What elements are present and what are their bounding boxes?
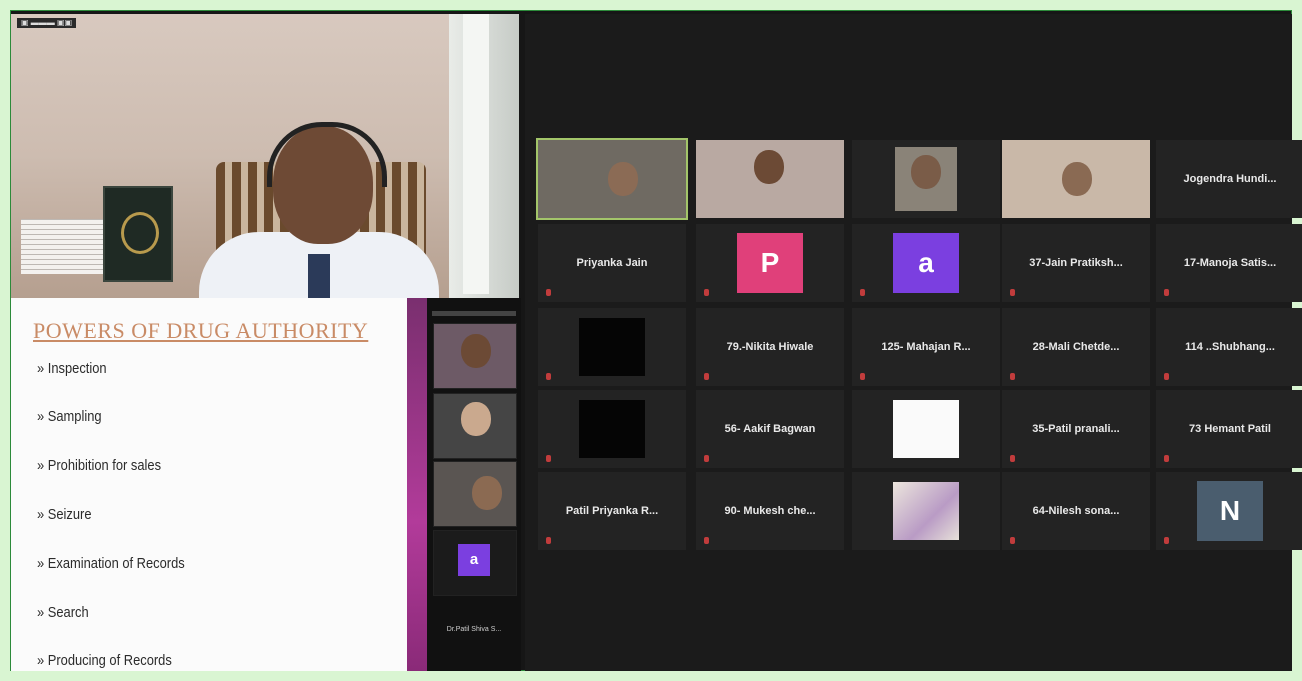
slide-bullet: » Examination of Records [37, 555, 185, 572]
avatar: a [893, 233, 959, 293]
window-controls[interactable]: ▣ ▬▬▬ ▣▣ [17, 18, 77, 28]
participant-face [472, 476, 502, 510]
participant-strip[interactable]: a Dr.Patil Shiva S... [427, 298, 521, 671]
gallery-tile[interactable]: 73 Hemant Patil [1156, 390, 1302, 468]
participant-name: 114 ..Shubhang... [1185, 341, 1275, 353]
strip-participant-name: Dr.Patil Shiva S... [446, 626, 502, 633]
muted-mic-icon [546, 373, 551, 380]
avatar-letter: a [458, 544, 490, 576]
slide-bullet: » Seizure [37, 506, 92, 523]
gallery-tile[interactable]: 125- Mahajan R... [852, 308, 1000, 386]
gallery-tile-video[interactable] [536, 138, 688, 220]
headset-icon [267, 122, 387, 187]
slide-bullet: » Search [37, 604, 89, 621]
video-off-thumb [579, 318, 645, 376]
strip-video-thumb[interactable] [433, 393, 517, 459]
participant-name: 73 Hemant Patil [1189, 423, 1271, 435]
participant-name: 17-Manoja Satis... [1183, 257, 1277, 269]
muted-mic-icon [1010, 289, 1015, 296]
avatar: N [1197, 481, 1263, 541]
gallery-tile[interactable]: Jogendra Hundi... [1156, 140, 1302, 218]
muted-mic-icon [1010, 373, 1015, 380]
gallery-tile[interactable]: 28-Mali Chetde... [1002, 308, 1150, 386]
muted-mic-icon [1164, 373, 1169, 380]
muted-mic-icon [546, 537, 551, 544]
strip-video-thumb[interactable] [433, 461, 517, 527]
muted-mic-icon [546, 455, 551, 462]
paper-stack [21, 219, 106, 274]
muted-mic-icon [1164, 537, 1169, 544]
speaker-video[interactable]: ▣ ▬▬▬ ▣▣ [11, 14, 519, 298]
participant-name: Priyanka Jain [576, 257, 648, 269]
participant-name: 28-Mali Chetde... [1032, 341, 1120, 353]
muted-mic-icon [704, 373, 709, 380]
participant-face [461, 402, 491, 436]
participant-name: 64-Nilesh sona... [1032, 505, 1120, 517]
gallery-tile[interactable]: P [696, 224, 844, 302]
video-off-thumb [579, 400, 645, 458]
slide-bullet: » Sampling [37, 408, 102, 425]
muted-mic-icon [1164, 289, 1169, 296]
participant-name: 125- Mahajan R... [881, 341, 971, 353]
muted-mic-icon [704, 289, 709, 296]
gallery-tile[interactable]: a [852, 224, 1000, 302]
participant-name: Jogendra Hundi... [1183, 173, 1277, 185]
slide-bullet: » Producing of Records [37, 652, 172, 669]
gallery-tile[interactable]: 64-Nilesh sona... [1002, 472, 1150, 550]
gallery-tile-video[interactable] [696, 140, 844, 218]
video-thumb [893, 400, 959, 458]
gallery-tile-video[interactable] [1002, 140, 1150, 218]
video-thumb [895, 147, 957, 211]
gallery-tile[interactable] [852, 472, 1000, 550]
muted-mic-icon [860, 373, 865, 380]
participant-name: 35-Patil pranali... [1032, 423, 1120, 435]
gallery-tile[interactable]: 37-Jain Pratiksh... [1002, 224, 1150, 302]
participant-face [461, 334, 491, 368]
strip-video-thumb[interactable] [433, 323, 517, 389]
gallery-tile[interactable]: Patil Priyanka R... [538, 472, 686, 550]
participant-name: 56- Aakif Bagwan [724, 423, 816, 435]
strip-avatar-thumb[interactable]: a [433, 530, 517, 596]
gallery-view: Jogendra Hundi... Priyanka Jain P a 37-J… [525, 14, 1302, 671]
book-on-desk [103, 186, 173, 282]
participant-face [608, 162, 638, 196]
gallery-tile[interactable]: 35-Patil pranali... [1002, 390, 1150, 468]
muted-mic-icon [1010, 455, 1015, 462]
gallery-tile[interactable]: 17-Manoja Satis... [1156, 224, 1302, 302]
participant-name: 90- Mukesh che... [724, 505, 816, 517]
muted-mic-icon [704, 537, 709, 544]
gallery-tile[interactable]: 79.-Nikita Hiwale [696, 308, 844, 386]
gallery-tile[interactable]: 114 ..Shubhang... [1156, 308, 1302, 386]
gallery-tile-video[interactable] [852, 140, 1000, 218]
gallery-tile[interactable] [538, 390, 686, 468]
muted-mic-icon [1164, 455, 1169, 462]
muted-mic-icon [704, 455, 709, 462]
gallery-tile[interactable]: 56- Aakif Bagwan [696, 390, 844, 468]
muted-mic-icon [546, 289, 551, 296]
speaker-tie [308, 254, 330, 298]
slide-bullet: » Prohibition for sales [37, 457, 162, 474]
avatar: P [737, 233, 803, 293]
participant-face [911, 155, 941, 189]
gallery-tile[interactable]: 90- Mukesh che... [696, 472, 844, 550]
participant-name: 37-Jain Pratiksh... [1029, 257, 1123, 269]
gallery-tile[interactable] [852, 390, 1000, 468]
participant-face [1062, 162, 1092, 196]
slide-accent-bar [407, 298, 427, 671]
video-thumb [893, 482, 959, 540]
background-window [449, 14, 519, 298]
participant-face [754, 150, 784, 184]
gallery-tile[interactable]: N [1156, 472, 1302, 550]
shared-slide: POWERS OF DRUG AUTHORITY » Inspection » … [11, 298, 407, 671]
muted-mic-icon [860, 289, 865, 296]
strip-toolbar[interactable] [432, 311, 516, 316]
gallery-tile[interactable] [538, 308, 686, 386]
slide-bullet: » Inspection [37, 360, 107, 377]
gallery-tile[interactable]: Priyanka Jain [538, 224, 686, 302]
participant-name: Patil Priyanka R... [565, 505, 659, 517]
muted-mic-icon [1010, 537, 1015, 544]
slide-title: POWERS OF DRUG AUTHORITY [33, 318, 369, 343]
participant-name: 79.-Nikita Hiwale [726, 341, 814, 353]
